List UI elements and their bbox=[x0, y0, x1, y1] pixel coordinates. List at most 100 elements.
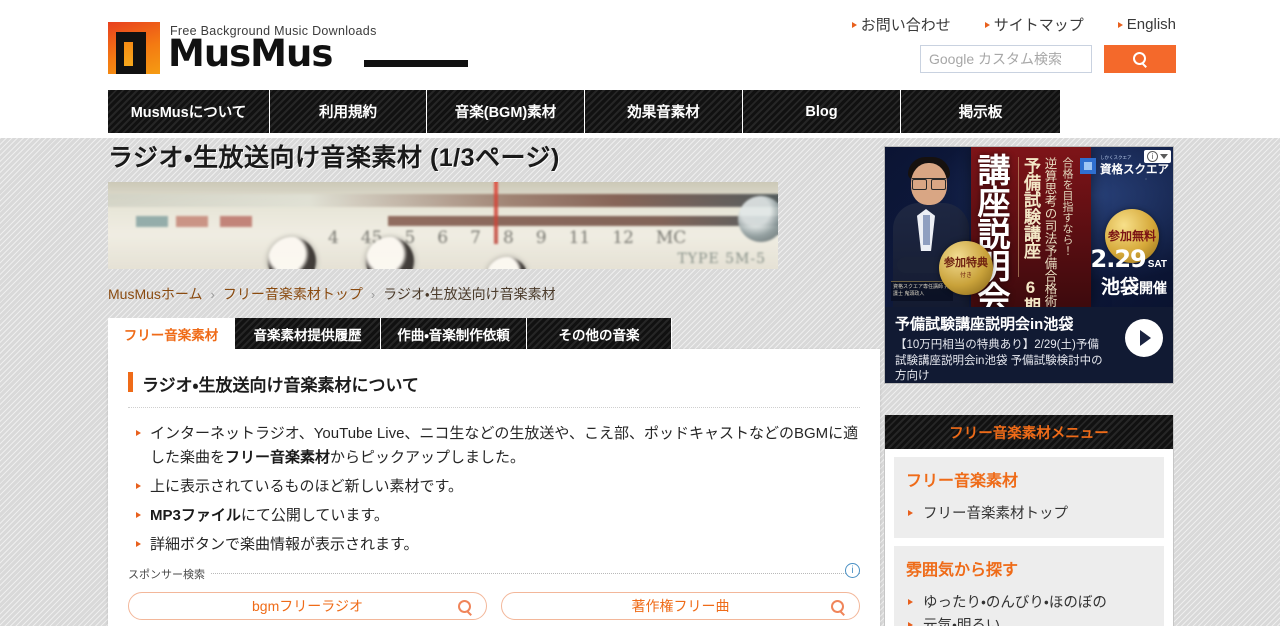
tab-supply-history[interactable]: 音楽素材提供履歴 bbox=[235, 318, 381, 350]
sponsored-search-box: スポンサー検索 i bgmフリーラジオ 著作権フリー曲 bbox=[128, 562, 860, 620]
bullet-text-bold: フリー音楽素材 bbox=[225, 448, 331, 466]
triangle-bullet-icon bbox=[136, 512, 141, 518]
nav-item-blog[interactable]: Blog bbox=[743, 90, 901, 133]
sidebar-item-label: ゆったり・のんびり・ほのぼの bbox=[923, 595, 1107, 612]
brand-square-icon bbox=[1080, 158, 1096, 174]
ad-seal-label: 参加無料 bbox=[1107, 228, 1156, 243]
utility-link-label: お問い合わせ bbox=[860, 17, 951, 34]
sidebar-item-label: フリー音楽素材トップ bbox=[923, 506, 1068, 522]
sidebar-group-heading: 雰囲気から探す bbox=[906, 562, 1019, 580]
content-tabs: フリー音楽素材 音楽素材提供履歴 作曲・音楽制作依頼 その他の音楽 bbox=[108, 318, 880, 350]
sidebar-group-mood: 雰囲気から探す ゆったり・のんびり・ほのぼの 元気・明るい bbox=[894, 546, 1164, 626]
sponsored-search-chips: bgmフリーラジオ 著作権フリー曲 bbox=[128, 591, 860, 620]
nav-item-board[interactable]: 掲示板 bbox=[901, 90, 1060, 133]
bullet-text: 詳細ボタンで楽曲情報が表示されます。 bbox=[150, 536, 419, 554]
search-button[interactable] bbox=[1104, 45, 1176, 73]
triangle-bullet-icon bbox=[136, 541, 141, 548]
ad-date-value: 2.29 bbox=[1090, 245, 1147, 273]
nav-item-sfx[interactable]: 効果音素材 bbox=[585, 90, 743, 133]
triangle-bullet-icon bbox=[851, 21, 857, 28]
advertisement-banner[interactable]: 資格スクエア専任講師 弁護士 鬼頭政人 講座説明会 予備試験講座 6期 逆算思考… bbox=[884, 146, 1174, 384]
section-heading: ラジオ・生放送向け音楽素材について bbox=[128, 371, 860, 409]
breadcrumb-separator-icon: › bbox=[210, 286, 215, 302]
breadcrumb: MusMusホーム › フリー音楽素材トップ › ラジオ・生放送向け音楽素材 bbox=[108, 284, 880, 304]
bullet-text: からピックアップしました。 bbox=[330, 448, 526, 466]
search-icon bbox=[1133, 52, 1147, 66]
sponsored-chip-copyright-free-song[interactable]: 著作権フリー曲 bbox=[501, 591, 860, 620]
list-item: 上に表示されているものほど新しい素材です。 bbox=[128, 475, 860, 498]
sponsored-chip-bgm-free-radio[interactable]: bgmフリーラジオ bbox=[128, 591, 487, 620]
sidebar-menu-title: フリー音楽素材メニュー bbox=[885, 415, 1173, 449]
ad-text-block: 予備試験講座説明会in池袋 【10万円相当の特典あり】2/29(土)予備試験講座… bbox=[885, 307, 1173, 383]
ad-seal-sublabel: 付き bbox=[959, 272, 972, 279]
bullet-text: 上に表示されているものほど新しい素材です。 bbox=[150, 477, 464, 495]
ad-cta-button[interactable] bbox=[1125, 319, 1163, 357]
breadcrumb-item-free-music-top[interactable]: フリー音楽素材トップ bbox=[223, 284, 363, 304]
chip-label: bgmフリーラジオ bbox=[252, 597, 363, 614]
search-icon bbox=[458, 599, 472, 614]
sidebar-column: 資格スクエア専任講師 弁護士 鬼頭政人 講座説明会 予備試験講座 6期 逆算思考… bbox=[884, 146, 1174, 626]
sidebar-group-heading: フリー音楽素材 bbox=[906, 473, 1019, 490]
breadcrumb-item-current: ラジオ・生放送向け音楽素材 bbox=[383, 286, 556, 303]
logo-wordmark: MusMus bbox=[168, 32, 333, 75]
bullet-text-bold: MP3ファイル bbox=[150, 507, 241, 524]
chip-label: 著作権フリー曲 bbox=[631, 597, 730, 614]
ad-course-vertical: 予備試験講座 6期 bbox=[1018, 157, 1040, 314]
triangle-bullet-icon bbox=[908, 510, 913, 516]
utility-link-sitemap[interactable]: サイトマップ bbox=[984, 14, 1084, 35]
triangle-bullet-icon bbox=[908, 599, 913, 606]
tab-other-music[interactable]: その他の音楽 bbox=[527, 318, 672, 350]
triangle-bullet-icon bbox=[1117, 21, 1123, 28]
tab-free-music[interactable]: フリー音楽素材 bbox=[108, 318, 235, 350]
ad-visual: 資格スクエア専任講師 弁護士 鬼頭政人 講座説明会 予備試験講座 6期 逆算思考… bbox=[885, 147, 1173, 314]
page-title: ラジオ・生放送向け音楽素材 (1/3ページ) bbox=[108, 144, 560, 172]
list-item: MP3ファイルにて公開しています。 bbox=[128, 504, 860, 527]
utility-link-contact[interactable]: お問い合わせ bbox=[851, 14, 951, 35]
utility-link-label: サイトマップ bbox=[993, 17, 1084, 34]
ad-place-value: 池袋 bbox=[1100, 277, 1139, 298]
ad-place-suffix: 開催 bbox=[1139, 280, 1167, 296]
tab-composition-request[interactable]: 作曲・音楽制作依頼 bbox=[381, 318, 527, 350]
nav-item-about[interactable]: MusMusについて bbox=[108, 90, 270, 133]
bullet-text: にて公開しています。 bbox=[240, 507, 389, 524]
sidebar-item-label: 元気・明るい bbox=[923, 618, 1000, 626]
content-panel: ラジオ・生放送向け音楽素材について インターネットラジオ、YouTube Liv… bbox=[108, 349, 880, 626]
ad-event-place: 池袋開催 bbox=[1101, 272, 1167, 299]
sidebar-menu: フリー音楽素材メニュー フリー音楽素材 フリー音楽素材トップ 雰囲気から探す ゆ… bbox=[884, 415, 1174, 626]
triangle-bullet-icon bbox=[984, 21, 990, 28]
hero-radio-image: 4 45 5 6 7 8 9 11 12 MC TYPE 5M-5 bbox=[108, 182, 778, 270]
intro-bullet-list: インターネットラジオ、YouTube Live、ニコ生などの生放送や、こえ部、ポ… bbox=[128, 422, 860, 556]
header-search bbox=[920, 45, 1176, 73]
chevron-down-icon[interactable] bbox=[1160, 154, 1168, 159]
triangle-bullet-icon bbox=[136, 430, 141, 437]
ad-choices-badge[interactable]: i bbox=[1144, 150, 1171, 163]
sidebar-item-cheerful[interactable]: 元気・明るい bbox=[906, 615, 1152, 626]
sidebar-item-free-music-top[interactable]: フリー音楽素材トップ bbox=[906, 503, 1152, 526]
search-input[interactable] bbox=[920, 45, 1092, 73]
breadcrumb-item-home[interactable]: MusMusホーム bbox=[108, 284, 202, 304]
ad-catch-vertical: 逆算思考の司法予備合格術 bbox=[1042, 157, 1057, 307]
utility-link-label: English bbox=[1126, 16, 1176, 33]
musmus-logo-mark-icon bbox=[108, 22, 160, 74]
ad-brand-name: 資格スクエア bbox=[1100, 164, 1169, 176]
sidebar-item-relaxed[interactable]: ゆったり・のんびり・ほのぼの bbox=[906, 592, 1152, 615]
site-logo[interactable]: Free Background Music Downloads MusMus bbox=[108, 14, 468, 76]
site-header: Free Background Music Downloads MusMus お… bbox=[0, 0, 1280, 138]
utility-link-english[interactable]: English bbox=[1117, 14, 1176, 35]
ad-description: 【10万円相当の特典あり】2/29(土)予備試験講座説明会in池袋 予備試験検討… bbox=[895, 339, 1103, 383]
utility-links: お問い合わせ サイトマップ English bbox=[851, 14, 1176, 35]
search-icon bbox=[831, 599, 845, 614]
info-icon[interactable]: i bbox=[1147, 151, 1158, 162]
nav-item-bgm[interactable]: 音楽(BGM)素材 bbox=[427, 90, 585, 133]
logo-underline bbox=[364, 60, 468, 67]
triangle-bullet-icon bbox=[908, 622, 913, 626]
list-item: インターネットラジオ、YouTube Live、ニコ生などの生放送や、こえ部、ポ… bbox=[128, 422, 860, 469]
breadcrumb-separator-icon: › bbox=[370, 286, 376, 302]
glasses-icon bbox=[912, 178, 946, 190]
ad-headline: 予備試験講座説明会in池袋 bbox=[895, 316, 1074, 333]
nav-item-terms[interactable]: 利用規約 bbox=[270, 90, 427, 133]
page-body: ラジオ・生放送向け音楽素材 (1/3ページ) 4 45 5 6 7 8 9 11… bbox=[0, 138, 1280, 626]
ad-lead-vertical: 合格を目指すなら！ bbox=[1061, 157, 1073, 256]
list-item: 詳細ボタンで楽曲情報が表示されます。 bbox=[128, 533, 860, 556]
info-icon[interactable]: i bbox=[845, 562, 860, 578]
